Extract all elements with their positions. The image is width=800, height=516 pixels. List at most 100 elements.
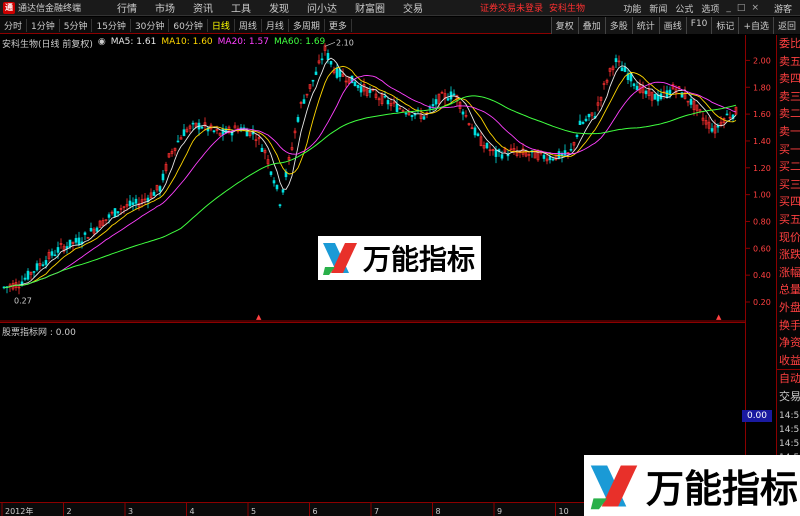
login-status[interactable]: 证券交易未登录 [480,1,543,14]
candle-body [581,122,585,124]
quote-field-label: 委比 [779,37,800,50]
candle-body [44,260,48,265]
candle-body [569,149,573,151]
tab-60min[interactable]: 60分钟 [169,18,208,32]
quote-field-label: 现价 [779,230,800,244]
candle-body [434,99,438,105]
tab-more[interactable]: 更多 [325,18,352,32]
candle-body [716,125,720,128]
tab-multi-period[interactable]: 多周期 [289,18,325,32]
menu-item-options[interactable]: 选项 [697,2,723,15]
menu-item-quotes[interactable]: 行情 [108,0,146,15]
quote-field-label: 买三 [779,177,800,191]
candle-body [161,173,165,181]
draw-line-button[interactable]: 画线 [658,17,686,34]
menu-item-trade[interactable]: 交易 [394,0,432,15]
minimize-button[interactable]: _ [723,3,734,13]
candle-body [335,67,339,78]
watermark-text: 万能指标 [363,243,476,276]
ma10-label: MA10: 1.60 [161,37,213,47]
add-watchlist-button[interactable]: +自选 [738,17,773,34]
multi-stock-button[interactable]: 多股 [604,17,632,34]
candle-body [83,232,87,235]
candle-body [422,116,426,120]
candle-body [50,251,54,256]
tab-30min[interactable]: 30分钟 [131,18,170,32]
current-stock-name: 安科生物 [549,4,586,14]
candle-body [302,99,306,104]
high-label-pointer [324,41,336,47]
tab-intraday[interactable]: 分时 [0,18,28,32]
candle-body [134,198,138,204]
candle-body [131,202,135,205]
candle-body [53,254,57,257]
user-label[interactable]: 游客 [770,2,796,15]
price-tick-label: 0.40 [753,271,771,280]
candle-body [74,238,78,243]
candle-body [107,214,111,218]
watermark-logo-icon [323,243,357,275]
indicator-header[interactable]: 股票指标网 : 0.00 [2,325,76,338]
candle-body [494,149,498,157]
time-tick-label: 10 [559,507,569,516]
candle-body [632,83,636,87]
quote-field-label: 买二 [779,160,800,174]
price-tick-label: 1.80 [753,83,771,92]
f10-button[interactable]: F10 [685,17,712,34]
candle-body [95,227,99,232]
menu-item-news2[interactable]: 新闻 [645,2,671,15]
menu-item-market[interactable]: 市场 [146,0,184,15]
menu-item-wealth[interactable]: 财富圈 [346,0,394,15]
quote-field-label: 卖二 [779,107,800,121]
trade-label[interactable]: 交易 [777,388,800,406]
candle-body [212,130,216,133]
menu-item-news[interactable]: 资讯 [184,0,222,15]
tab-5min[interactable]: 5分钟 [60,18,93,32]
quote-field-label: 涨跌 [779,248,800,262]
event-marker-icon: ▲ [716,313,722,321]
candle-body [41,264,45,267]
candle-body [128,200,132,207]
event-marker-icon: ▲ [256,313,262,321]
quote-field-label: 涨幅 [779,265,800,279]
maximize-button[interactable]: □ [734,3,749,13]
tab-15min[interactable]: 15分钟 [92,18,131,32]
watermark-center: 万能指标 [318,236,481,280]
candle-body [653,93,657,100]
restore-rights-button[interactable]: 复权 [550,17,578,34]
tab-daily[interactable]: 日线 [208,18,235,32]
overlay-button[interactable]: 叠加 [577,17,605,34]
close-button[interactable]: × [748,3,762,13]
stock-label: 安科生物(日线 前复权) [2,40,93,50]
statistics-button[interactable]: 统计 [631,17,659,34]
candle-body [89,227,93,232]
tab-monthly[interactable]: 月线 [262,18,289,32]
candle-body [452,93,456,96]
back-button[interactable]: 返回 [772,17,800,34]
candle-body [461,111,465,115]
menu-item-tools[interactable]: 工具 [222,0,260,15]
tab-1min[interactable]: 1分钟 [27,18,60,32]
candle-body [614,58,618,63]
price-tick-label: 0.20 [753,298,771,307]
menu-item-ask[interactable]: 问小达 [298,0,346,15]
tab-weekly[interactable]: 周线 [235,18,262,32]
candle-body [32,271,36,273]
high-price-label: 2.10 [336,38,354,47]
menu-item-discover[interactable]: 发现 [260,0,298,15]
candle-body [476,133,480,136]
legend-settings-icon[interactable]: ◉ [98,37,106,50]
time-tick-label: 6 [313,507,318,516]
menu-item-formula[interactable]: 公式 [671,2,697,15]
quote-field-label: 总量 [779,283,800,297]
candle-body [404,112,408,115]
candle-body [710,128,714,132]
candle-body [635,85,639,91]
candle-body [311,79,315,82]
tick-time: 14:5 [779,439,800,450]
menu-item-function[interactable]: 功能 [619,2,645,15]
mark-button[interactable]: 标记 [711,17,739,34]
price-tick-label: 1.20 [753,164,771,173]
candle-body [200,126,204,129]
auto-label[interactable]: 自动 [777,370,800,388]
